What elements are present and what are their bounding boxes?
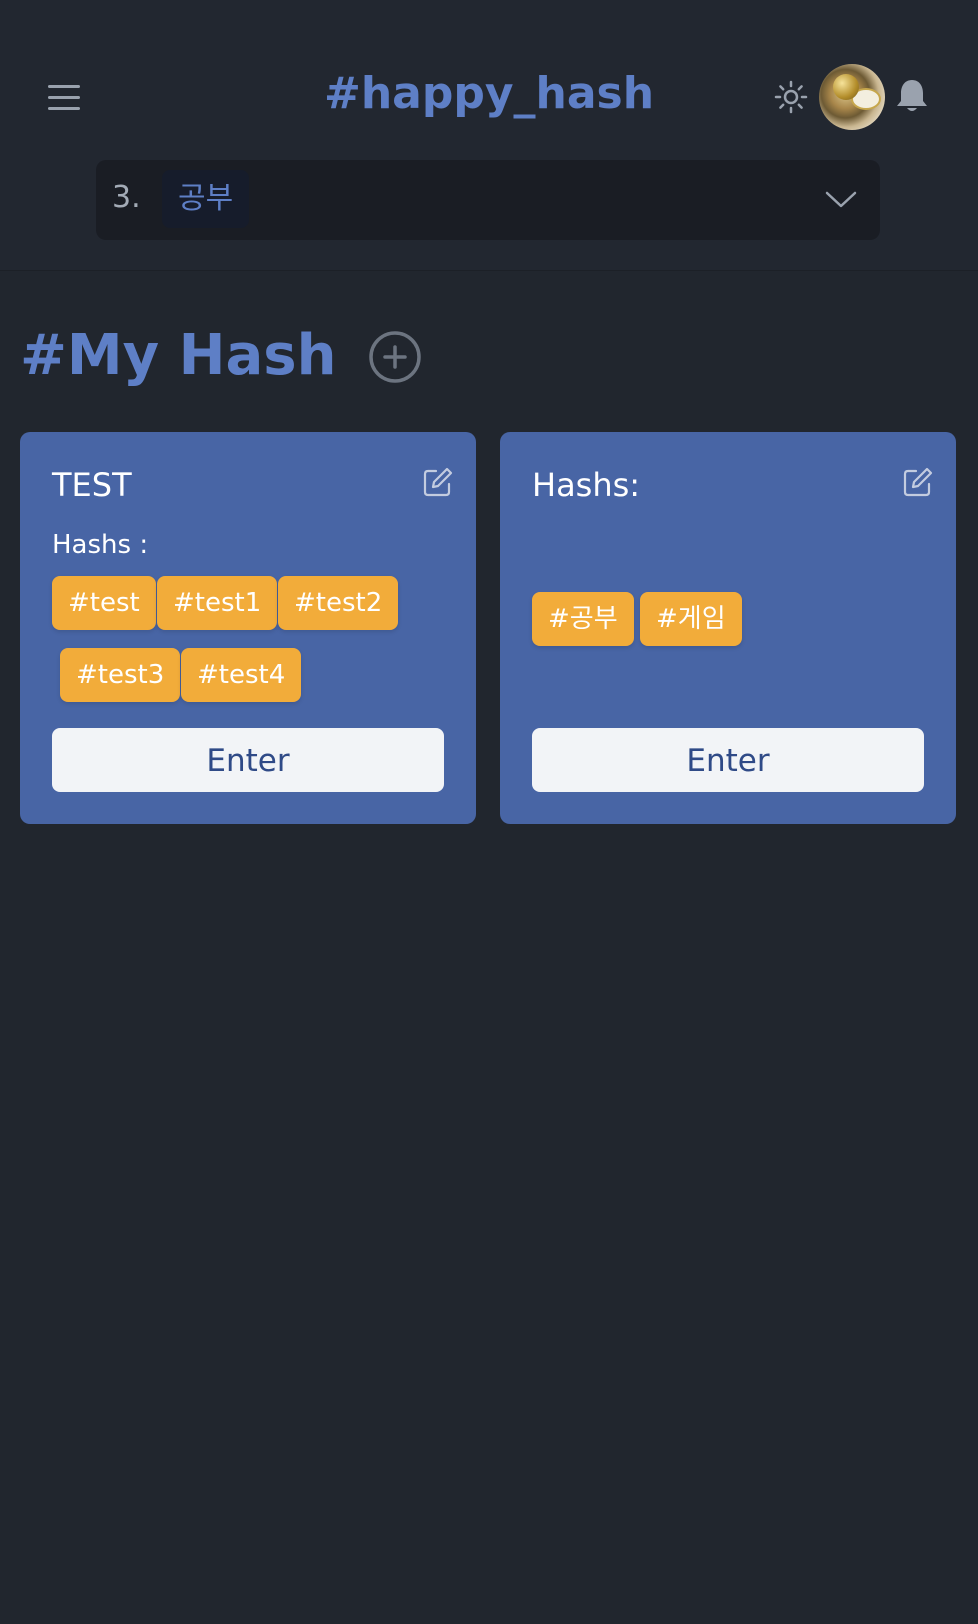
card-title: Hashs: [532, 466, 641, 504]
avatar-photo-detail [833, 74, 859, 100]
enter-button[interactable]: Enter [532, 728, 924, 792]
hash-group-selector[interactable]: 3. 공부 [96, 160, 880, 240]
hash-tag[interactable]: #게임 [640, 592, 742, 646]
hash-tag[interactable]: #공부 [532, 592, 634, 646]
card-title: TEST [52, 466, 132, 504]
edit-icon[interactable] [422, 466, 454, 498]
selector-index: 3. [112, 180, 141, 215]
hash-tag[interactable]: #test [52, 576, 156, 630]
hash-tag[interactable]: #test3 [60, 648, 181, 702]
selector-selected-chip: 공부 [162, 170, 250, 228]
chevron-down-icon[interactable] [824, 184, 858, 214]
hash-tag[interactable]: #test4 [181, 648, 302, 702]
hash-tag[interactable]: #test2 [278, 576, 399, 630]
section-title: #My Hash [20, 323, 337, 388]
enter-button[interactable]: Enter [52, 728, 444, 792]
sun-icon[interactable] [774, 80, 808, 114]
top-header: #happy_hash 3. 공부 [0, 0, 978, 271]
hash-card: Hashs: #공부 #게임 Enter [500, 432, 956, 824]
edit-icon[interactable] [902, 466, 934, 498]
hash-tag[interactable]: #test1 [157, 576, 278, 630]
bell-icon[interactable] [895, 78, 929, 114]
plus-circle-icon[interactable] [368, 330, 422, 384]
hashs-label: Hashs : [52, 530, 149, 560]
profile-avatar[interactable] [819, 64, 885, 130]
hash-card: TEST Hashs : #test #test1 #test2 #test3 … [20, 432, 476, 824]
